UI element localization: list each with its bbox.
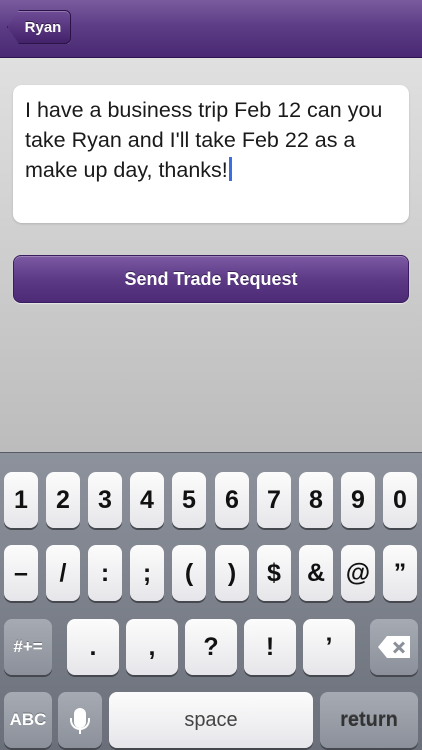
message-text: I have a business trip Feb 12 can you ta… xyxy=(25,98,383,182)
key-open-paren[interactable]: ( xyxy=(172,545,206,601)
navigation-bar: Ryan xyxy=(0,0,422,58)
key-close-paren[interactable]: ) xyxy=(215,545,249,601)
symbols-toggle-key[interactable]: #+= xyxy=(4,619,52,675)
key-4[interactable]: 4 xyxy=(130,472,164,528)
content-area: I have a business trip Feb 12 can you ta… xyxy=(0,58,422,452)
key-quote[interactable]: ” xyxy=(383,545,417,601)
backspace-icon xyxy=(378,636,410,658)
back-button[interactable]: Ryan xyxy=(7,10,71,44)
key-slash[interactable]: / xyxy=(46,545,80,601)
key-dollar[interactable]: $ xyxy=(257,545,291,601)
key-dash[interactable]: – xyxy=(4,545,38,601)
return-key[interactable]: return xyxy=(320,692,418,748)
key-5[interactable]: 5 xyxy=(172,472,206,528)
key-question[interactable]: ? xyxy=(185,619,237,675)
key-9[interactable]: 9 xyxy=(341,472,375,528)
microphone-icon xyxy=(70,708,90,734)
space-key[interactable]: space xyxy=(109,692,313,748)
key-exclamation[interactable]: ! xyxy=(244,619,296,675)
key-period[interactable]: . xyxy=(67,619,119,675)
text-caret xyxy=(228,157,232,181)
key-comma[interactable]: , xyxy=(126,619,178,675)
send-trade-request-button[interactable]: Send Trade Request xyxy=(13,255,409,303)
key-1[interactable]: 1 xyxy=(4,472,38,528)
key-ampersand[interactable]: & xyxy=(299,545,333,601)
key-at[interactable]: @ xyxy=(341,545,375,601)
key-6[interactable]: 6 xyxy=(215,472,249,528)
key-apostrophe[interactable]: ’ xyxy=(303,619,355,675)
key-2[interactable]: 2 xyxy=(46,472,80,528)
delete-key[interactable] xyxy=(370,619,418,675)
keyboard: 1 2 3 4 5 6 7 8 9 0 – / : ; ( ) $ & @ ” … xyxy=(0,452,422,750)
key-semicolon[interactable]: ; xyxy=(130,545,164,601)
key-colon[interactable]: : xyxy=(88,545,122,601)
key-3[interactable]: 3 xyxy=(88,472,122,528)
abc-key[interactable]: ABC xyxy=(4,692,52,748)
key-7[interactable]: 7 xyxy=(257,472,291,528)
key-0[interactable]: 0 xyxy=(383,472,417,528)
dictation-key[interactable] xyxy=(58,692,102,748)
message-text-area[interactable]: I have a business trip Feb 12 can you ta… xyxy=(13,85,409,223)
key-8[interactable]: 8 xyxy=(299,472,333,528)
